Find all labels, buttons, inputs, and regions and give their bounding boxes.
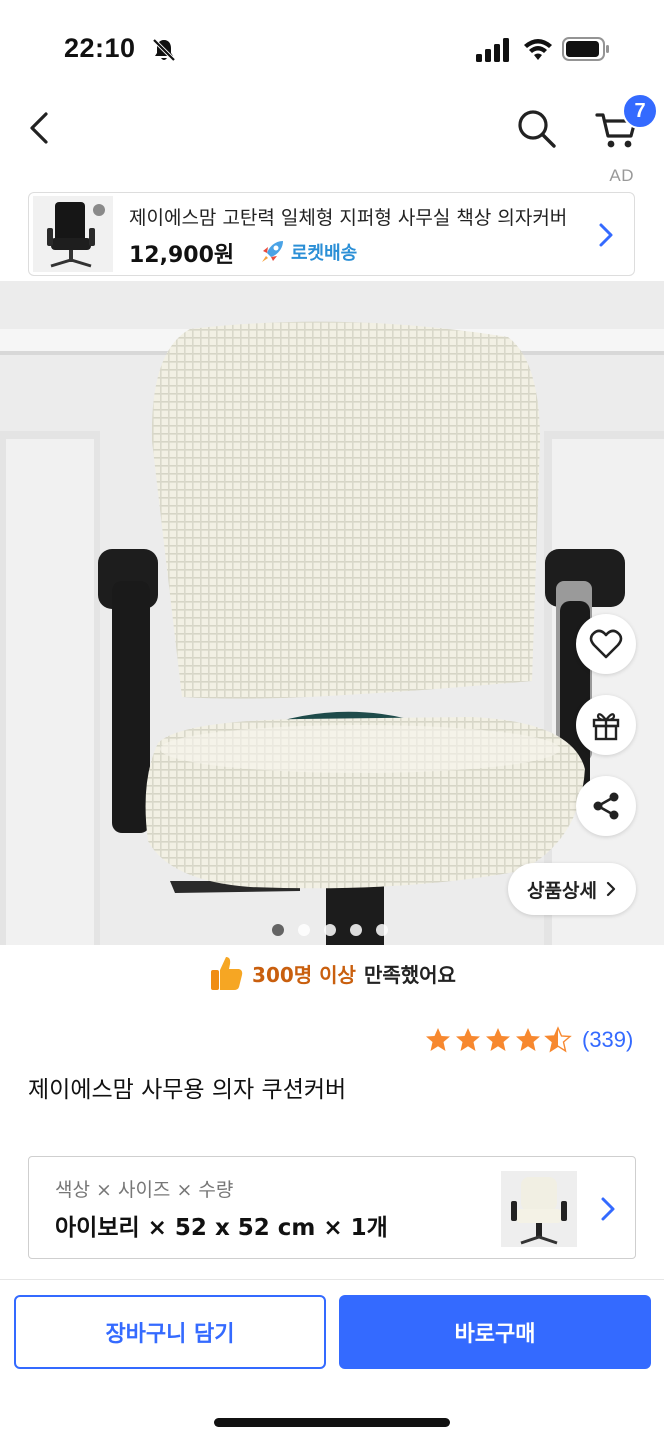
ad-banner[interactable]: 제이에스맘 고탄력 일체형 지퍼형 사무실 책상 의자커버 12,900원 로켓… (28, 192, 635, 276)
satisfaction-count: 300명 이상 (252, 962, 356, 987)
option-thumbnail (501, 1171, 577, 1247)
product-image (0, 281, 664, 945)
option-label: 색상 × 사이즈 × 수량 (55, 1179, 234, 1201)
status-time: 22:10 (64, 33, 136, 63)
pagination-dot (324, 924, 336, 936)
bottom-action-bar: 장바구니 담기 바로구매 (0, 1279, 664, 1440)
star-full-icon (456, 1028, 480, 1051)
star-full-icon (516, 1028, 540, 1051)
gift-icon (592, 713, 620, 741)
home-indicator[interactable] (214, 1418, 450, 1427)
rocket-icon (262, 241, 283, 262)
satisfaction-text: 만족했어요 (363, 962, 456, 987)
star-full-icon (426, 1028, 450, 1051)
add-to-cart-button[interactable]: 장바구니 담기 (14, 1295, 326, 1369)
product-detail-label: 상품상세 (527, 879, 597, 902)
back-icon[interactable] (24, 108, 60, 148)
gift-button[interactable] (576, 695, 636, 755)
share-icon (593, 792, 619, 820)
wishlist-button[interactable] (576, 614, 636, 674)
rocket-delivery-label: 로켓배송 (291, 243, 358, 264)
product-image-gallery[interactable]: 상품상세 (0, 281, 664, 945)
star-half-icon (544, 1026, 572, 1053)
star-full-icon (486, 1028, 510, 1051)
wifi-icon (524, 39, 552, 60)
search-icon[interactable] (514, 106, 558, 150)
product-title: 제이에스맘 사무용 의자 쿠션커버 (28, 1077, 347, 1103)
gallery-pagination (272, 924, 388, 936)
ad-thumbnail (33, 196, 113, 272)
status-bar: 22:10 (0, 0, 664, 96)
thumbs-up-icon (211, 957, 243, 990)
chevron-right-icon (606, 881, 616, 897)
chevron-right-icon (601, 1197, 615, 1221)
ad-product-title: 제이에스맘 고탄력 일체형 지퍼형 사무실 책상 의자커버 (129, 207, 568, 229)
ad-label: AD (609, 166, 634, 185)
share-button[interactable] (576, 776, 636, 836)
pagination-dot (350, 924, 362, 936)
option-value: 아이보리 × 52 x 52 cm × 1개 (55, 1215, 388, 1241)
cart-count-badge: 7 (622, 93, 658, 129)
satisfaction-banner: 300명 이상 만족했어요 (0, 950, 664, 996)
bell-muted-icon (152, 38, 176, 62)
pagination-dot (376, 924, 388, 936)
review-count[interactable]: (339) (582, 1027, 633, 1053)
heart-icon (589, 629, 623, 659)
chevron-right-icon (599, 223, 613, 247)
pagination-dot (272, 924, 284, 936)
buy-now-button[interactable]: 바로구매 (339, 1295, 651, 1369)
option-selector[interactable]: 색상 × 사이즈 × 수량 아이보리 × 52 x 52 cm × 1개 (28, 1156, 636, 1259)
product-detail-button[interactable]: 상품상세 (508, 863, 636, 915)
pagination-dot (298, 924, 310, 936)
product-rating[interactable]: (339) (424, 1026, 633, 1054)
battery-icon (562, 37, 609, 61)
ad-price: 12,900원 (129, 243, 235, 268)
signal-icon (476, 38, 509, 62)
